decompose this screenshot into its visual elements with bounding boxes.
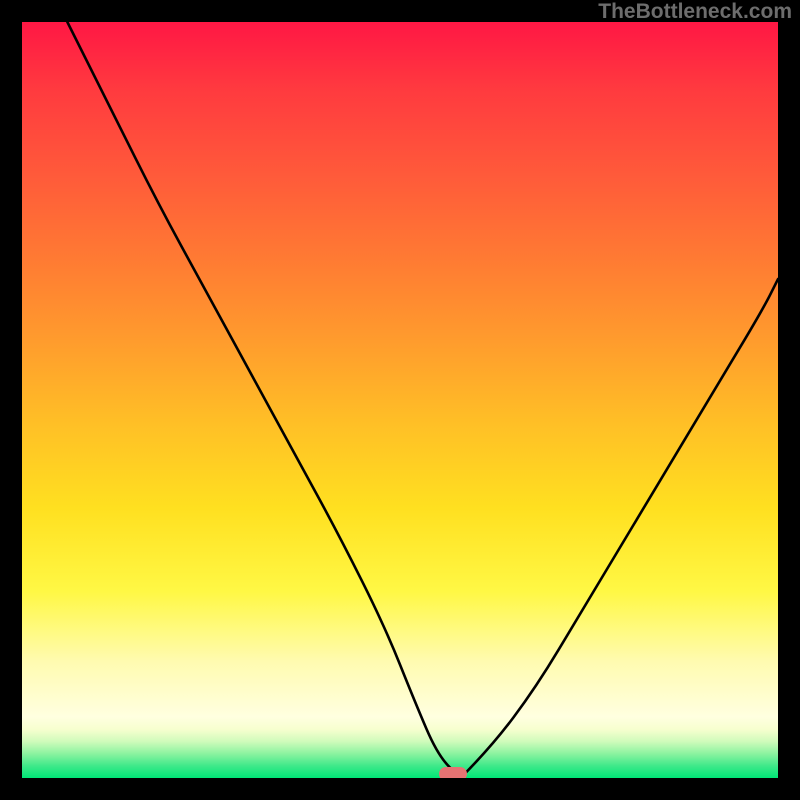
chart-frame: TheBottleneck.com: [0, 0, 800, 800]
watermark-text: TheBottleneck.com: [598, 0, 792, 24]
plot-area: [22, 22, 778, 778]
bottleneck-curve: [22, 22, 778, 778]
optimal-point-marker: [439, 767, 467, 778]
